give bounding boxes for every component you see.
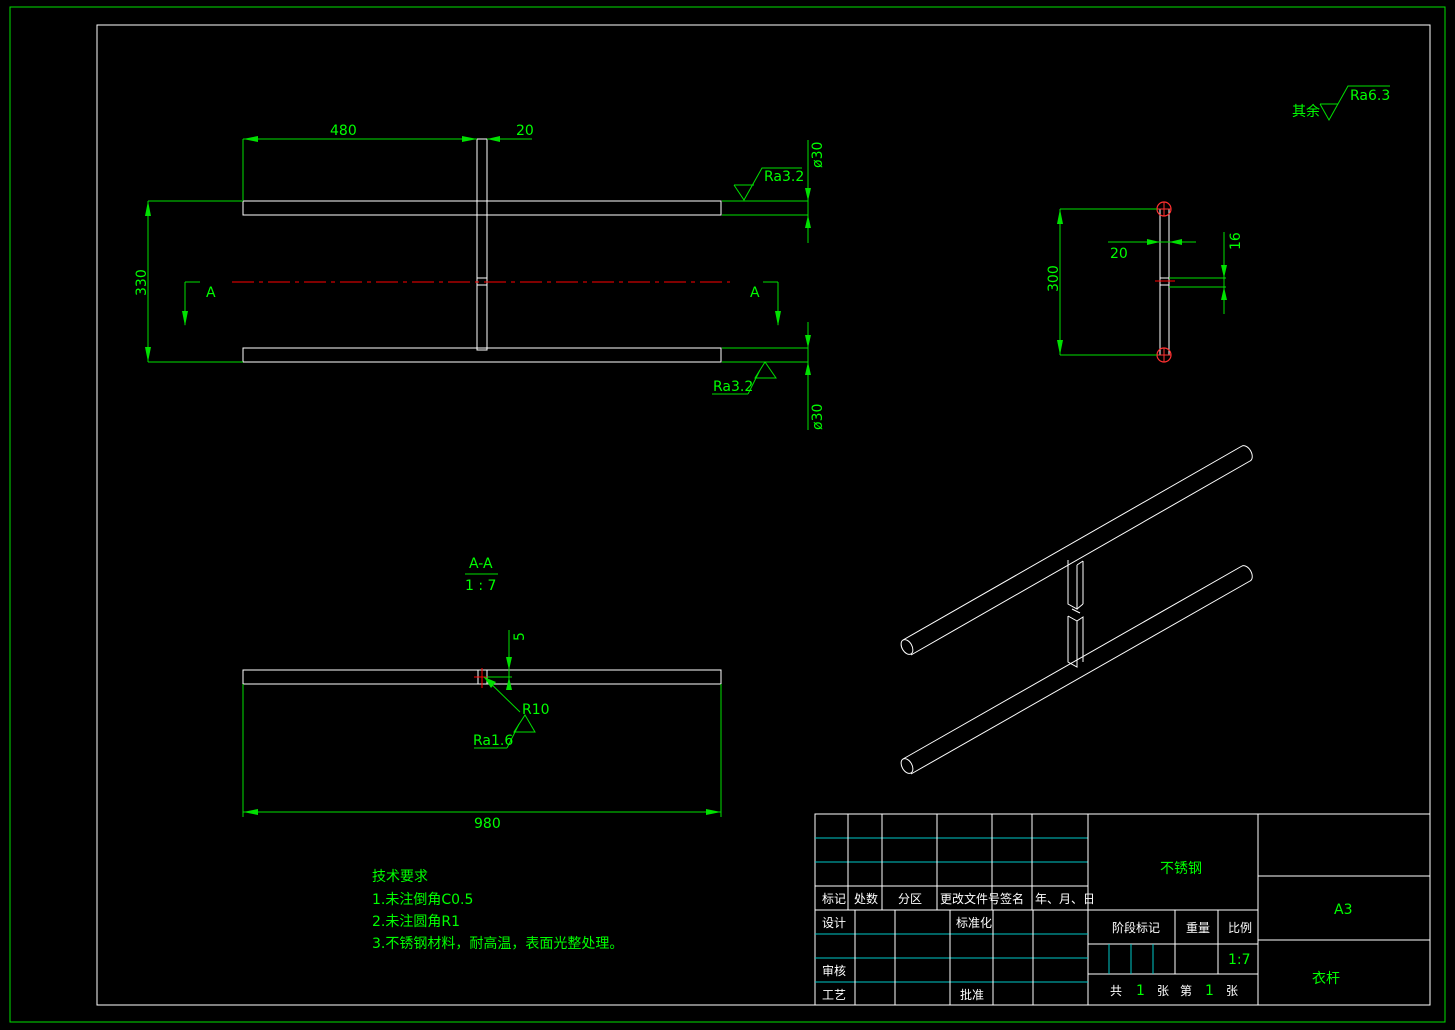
section-rough: Ra1.6 xyxy=(473,733,513,749)
tech-title: 技术要求 xyxy=(372,869,428,885)
label-design: 设计 xyxy=(822,916,846,930)
tech-item: 2.未注圆角R1 xyxy=(372,914,460,930)
section-mark-left: A xyxy=(206,285,216,301)
rough-bottom: Ra3.2 xyxy=(713,379,753,395)
label-stage-mark: 阶段标记 xyxy=(1112,920,1160,935)
section-title: A-A xyxy=(469,556,493,572)
sheet-size: A3 xyxy=(1334,902,1352,918)
rough-top: Ra3.2 xyxy=(764,169,804,185)
side-dim-16: 16 xyxy=(1228,232,1244,250)
tech-item: 3.不锈钢材料，耐高温，表面光整处理。 xyxy=(372,935,623,952)
label-sheet-no: 第 xyxy=(1180,984,1192,998)
label-scale: 比例 xyxy=(1228,921,1252,935)
section-dim-r10: R10 xyxy=(522,702,550,718)
section-view: A-A 1 : 7 5 R10 Ra1.6 980 xyxy=(242,556,722,832)
dim-dia-bottom: ø30 xyxy=(810,404,826,430)
label-review: 审核 xyxy=(822,963,846,978)
header-date: 年、月、日 xyxy=(1035,892,1095,906)
label-process: 工艺 xyxy=(822,988,846,1002)
section-dim-980: 980 xyxy=(474,816,501,832)
side-dim-300: 300 xyxy=(1046,265,1062,292)
title-block: 标记 处数 分区 更改文件号 签名 年、月、日 设计 标准化 审核 工艺 批准 … xyxy=(814,813,1431,1006)
header-count: 处数 xyxy=(854,891,878,906)
isometric-view xyxy=(900,445,1253,775)
section-dim-5: 5 xyxy=(512,632,528,641)
outer-frame xyxy=(9,6,1446,1023)
header-change-doc: 更改文件号 xyxy=(940,891,1000,906)
dim-480: 480 xyxy=(330,123,357,139)
cad-drawing: 其余 Ra6.3 480 20 330 A A ø30 Ra3.2 ø30 Ra… xyxy=(9,6,1446,1023)
top-rod xyxy=(242,200,722,216)
general-rough-value: Ra6.3 xyxy=(1350,88,1390,104)
scale-value: 1:7 xyxy=(1228,952,1251,968)
general-rough-label: 其余 xyxy=(1292,103,1320,120)
total-value: 1 xyxy=(1136,983,1145,999)
label-approve: 批准 xyxy=(960,987,984,1002)
tech-item: 1.未注倒角C0.5 xyxy=(372,892,473,908)
connector-bar xyxy=(476,138,488,351)
label-sheets: 张 xyxy=(1157,984,1169,998)
header-mark: 标记 xyxy=(822,892,846,906)
section-scale: 1 : 7 xyxy=(465,578,496,594)
side-dim-20: 20 xyxy=(1110,246,1128,262)
general-roughness: 其余 Ra6.3 xyxy=(1292,85,1390,122)
section-mark-right: A xyxy=(750,285,760,301)
side-view: 300 20 16 xyxy=(1046,201,1244,363)
front-view: 480 20 330 A A ø30 Ra3.2 ø30 Ra3.2 xyxy=(134,123,826,430)
header-zone: 分区 xyxy=(898,892,922,906)
dim-dia-top: ø30 xyxy=(810,142,826,168)
tech-requirements: 技术要求 1.未注倒角C0.5 2.未注圆角R1 3.不锈钢材料，耐高温，表面光… xyxy=(372,869,623,952)
sheet-no-value: 1 xyxy=(1205,983,1214,999)
dim-330: 330 xyxy=(134,269,150,296)
label-weight: 重量 xyxy=(1186,921,1210,935)
material: 不锈钢 xyxy=(1160,861,1202,877)
part-name: 衣杆 xyxy=(1312,971,1340,987)
header-sign: 签名 xyxy=(1000,891,1024,906)
label-total: 共 xyxy=(1110,984,1122,998)
label-sheets-2: 张 xyxy=(1226,984,1238,998)
dim-20-front: 20 xyxy=(516,123,534,139)
label-standardize: 标准化 xyxy=(956,916,992,930)
